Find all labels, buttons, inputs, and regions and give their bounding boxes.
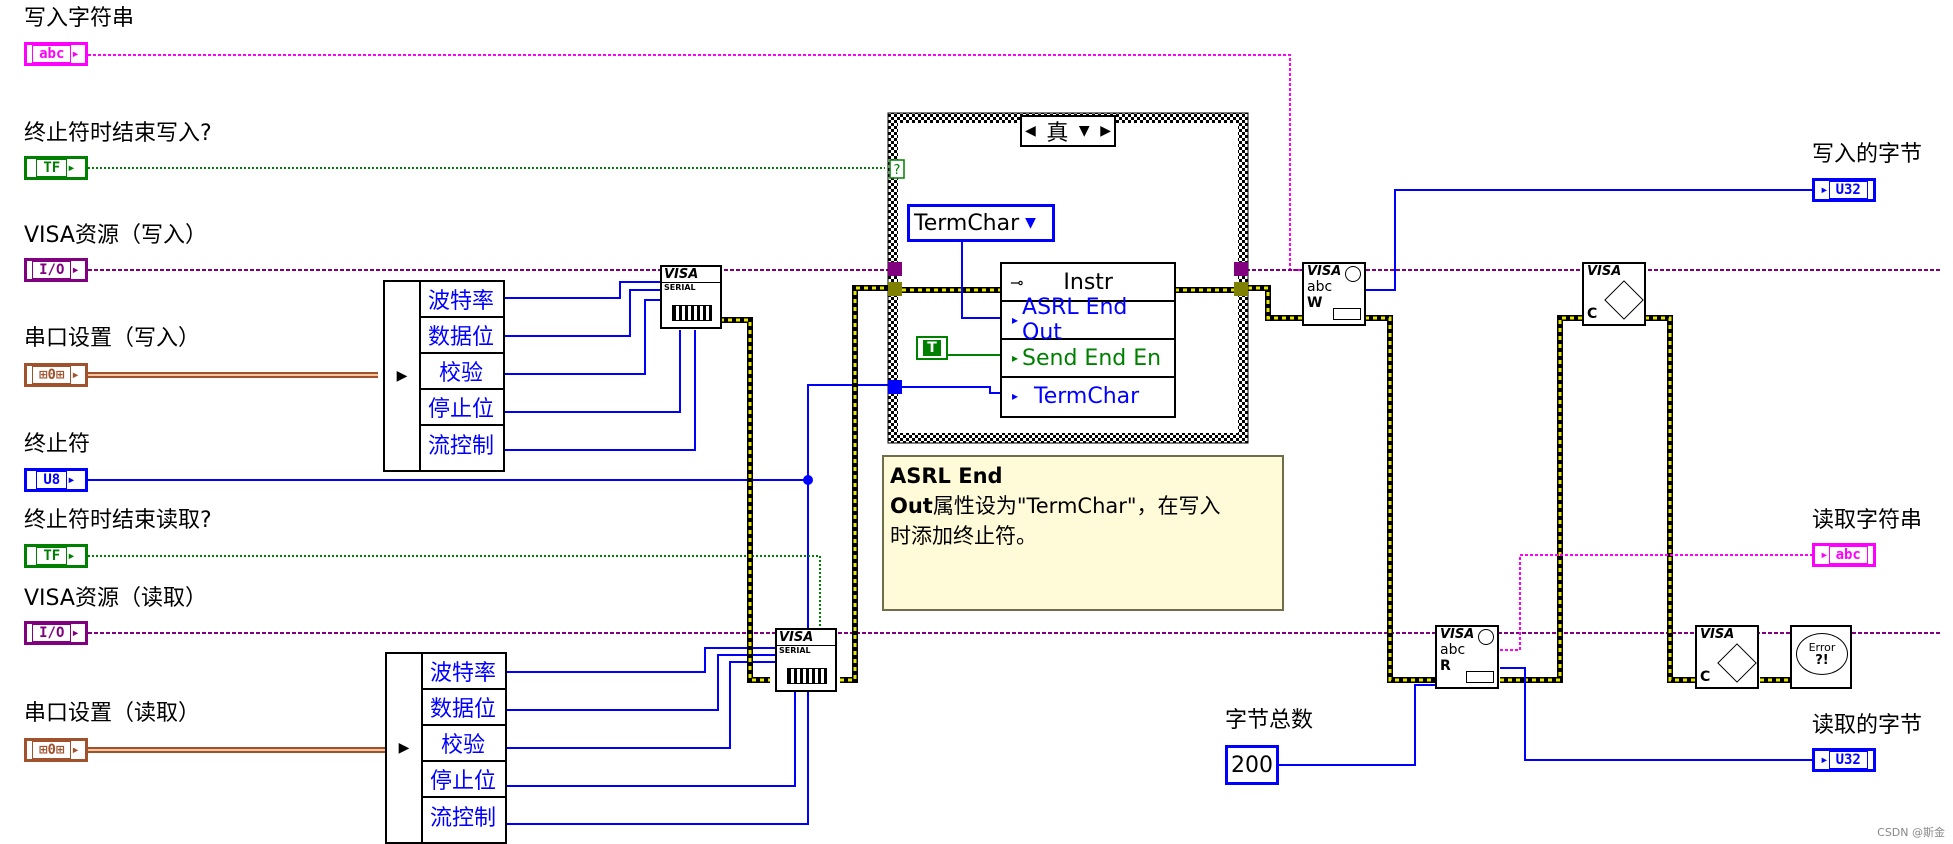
serial-port-icon bbox=[787, 668, 827, 684]
serial-read-label: 串口设置（读取） bbox=[24, 701, 201, 726]
dropdown-arrow-icon[interactable]: ▼ bbox=[1025, 215, 1036, 231]
close-icon bbox=[1717, 643, 1757, 683]
visa-write-label: VISA资源（写入） bbox=[24, 223, 207, 248]
read-string-indicator: ▸ abc bbox=[1812, 543, 1876, 567]
visa-read-label: VISA资源（读取） bbox=[24, 586, 207, 611]
visa-configure-serial-write[interactable]: VISA SERIAL bbox=[660, 265, 722, 329]
serial-port-icon bbox=[1333, 308, 1361, 320]
unbundle-item[interactable]: 波特率 bbox=[421, 654, 505, 690]
end-write-label: 终止符时结束写入? bbox=[24, 121, 212, 146]
end-write-terminal[interactable]: TF ▸ bbox=[24, 156, 88, 180]
resource-icon: ⊸ bbox=[1010, 272, 1024, 292]
bytes-written-label: 写入的字节 bbox=[1812, 142, 1923, 167]
unbundle-item[interactable]: 流控制 bbox=[421, 798, 505, 834]
visa-property-node[interactable]: ⊸ Instr ▸ ASRL End Out ▸ Send End En ▸ Term… bbox=[1000, 262, 1176, 418]
bytes-written-indicator: ▸ U32 bbox=[1812, 178, 1876, 202]
true-constant[interactable]: T bbox=[916, 336, 948, 360]
block-diagram: ? CSDN @斯金 bbox=[88, 54, 1945, 839]
error-bubble-icon: Error ?! bbox=[1796, 633, 1848, 675]
unbundle-arrow-icon: ▶ bbox=[387, 654, 423, 842]
visa-write-terminal[interactable]: I/O ▸ bbox=[24, 258, 88, 282]
unbundle-item[interactable]: 停止位 bbox=[421, 762, 505, 798]
unbundle-item[interactable]: 校验 bbox=[421, 726, 505, 762]
decrement-arrow-icon[interactable]: ◀ bbox=[1025, 123, 1036, 139]
visa-configure-serial-read[interactable]: VISA SERIAL bbox=[775, 628, 837, 692]
serial-write-label: 串口设置（写入） bbox=[24, 326, 201, 351]
case-selector-label: 真 bbox=[1046, 121, 1069, 146]
unbundle-item[interactable]: 数据位 bbox=[421, 690, 505, 726]
visa-close-read[interactable]: VISA C bbox=[1695, 625, 1759, 689]
write-string-terminal[interactable]: abc ▸ bbox=[24, 42, 88, 66]
unbundle-item[interactable]: 停止位 bbox=[419, 390, 503, 426]
end-read-label: 终止符时结束读取? bbox=[24, 508, 212, 533]
case-selector[interactable]: ◀ 真 ▼ ▶ bbox=[1020, 115, 1116, 147]
term-char-label: 终止符 bbox=[24, 432, 91, 457]
bytes-read-indicator: ▸ U32 bbox=[1812, 748, 1876, 772]
unbundle-read[interactable]: ▶ 波特率 数据位 校验 停止位 流控制 bbox=[385, 652, 507, 844]
increment-arrow-icon[interactable]: ▶ bbox=[1100, 123, 1111, 139]
close-icon bbox=[1604, 280, 1644, 320]
serial-write-terminal[interactable]: ⊞0⊞ ▸ bbox=[24, 363, 88, 387]
clock-icon bbox=[1478, 629, 1494, 645]
unbundle-item[interactable]: 流控制 bbox=[419, 426, 503, 462]
visa-read-node[interactable]: VISA abc R bbox=[1435, 625, 1499, 689]
unbundle-arrow-icon: ▶ bbox=[385, 282, 421, 470]
unbundle-item[interactable]: 波特率 bbox=[419, 282, 503, 318]
serial-port-icon bbox=[1466, 671, 1494, 683]
unbundle-item[interactable]: 数据位 bbox=[419, 318, 503, 354]
selector-terminal: ? bbox=[894, 163, 901, 178]
property-row[interactable]: ▸ ASRL End Out bbox=[1002, 295, 1174, 345]
chevron-down-icon[interactable]: ▼ bbox=[1079, 123, 1090, 139]
comment-note: ASRL End Out属性设为"TermChar"，在写入 时添加终止符。 bbox=[882, 455, 1284, 611]
serial-port-icon bbox=[672, 305, 712, 321]
watermark: CSDN @斯金 bbox=[1877, 825, 1945, 839]
read-string-label: 读取字符串 bbox=[1812, 508, 1923, 533]
unbundle-item[interactable]: 校验 bbox=[419, 354, 503, 390]
property-class: Instr bbox=[1063, 269, 1113, 295]
term-char-terminal[interactable]: U8 ▸ bbox=[24, 468, 88, 492]
clock-icon bbox=[1345, 266, 1361, 282]
end-read-terminal[interactable]: TF ▸ bbox=[24, 544, 88, 568]
visa-close-write[interactable]: VISA C bbox=[1582, 262, 1646, 326]
visa-write-node[interactable]: VISA abc W bbox=[1302, 262, 1366, 326]
bytes-read-label: 读取的字节 bbox=[1812, 713, 1923, 738]
property-row[interactable]: ▸ TermChar bbox=[1002, 376, 1174, 414]
error-wire[interactable] bbox=[720, 317, 770, 683]
serial-read-terminal[interactable]: ⊞0⊞ ▸ bbox=[24, 738, 88, 762]
visa-read-terminal[interactable]: I/O ▸ bbox=[24, 621, 88, 645]
write-string-label: 写入字符串 bbox=[24, 6, 135, 31]
error-handler-node[interactable]: Error ?! bbox=[1790, 625, 1852, 689]
byte-count-label: 字节总数 bbox=[1225, 708, 1314, 733]
byte-count-input[interactable]: 200 bbox=[1225, 745, 1279, 785]
unbundle-write[interactable]: ▶ 波特率 数据位 校验 停止位 流控制 bbox=[383, 280, 505, 472]
termchar-enum-constant[interactable]: TermChar ▼ bbox=[907, 204, 1055, 242]
